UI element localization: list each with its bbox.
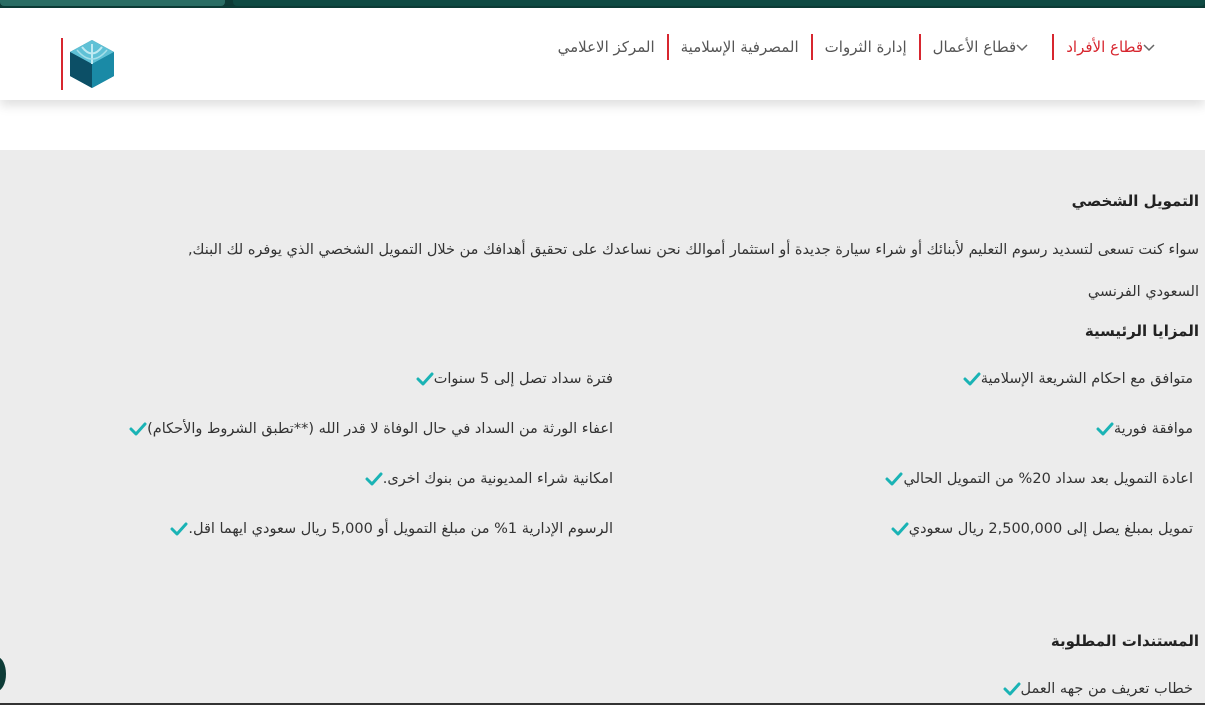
feature-text: تمويل بمبلغ يصل إلى 2,500,000 ريال سعودي (908, 521, 1193, 537)
check-icon (885, 472, 903, 486)
page-title: التمويل الشخصي (1071, 192, 1199, 210)
nav-item-islamic-banking[interactable]: المصرفية الإسلامية (669, 38, 811, 56)
chevron-down-icon (1143, 38, 1155, 56)
nav-item-label: إدارة الثروات (824, 38, 907, 56)
feature-text: امكانية شراء المديونية من بنوك اخرى. (382, 471, 613, 487)
check-icon (891, 522, 909, 536)
check-icon (129, 422, 147, 436)
intro-text-line-1: سواء كنت تسعى لتسديد رسوم التعليم لأبنائ… (187, 242, 1199, 258)
top-strip (0, 0, 1205, 8)
feature-item: تمويل بمبلغ يصل إلى 2,500,000 ريال سعودي (881, 521, 1193, 537)
check-icon (1096, 422, 1114, 436)
nav-item-media-center[interactable]: المركز الاعلامي (546, 38, 667, 56)
feature-item: الرسوم الإدارية 1% من مبلغ التمويل أو 5,… (160, 521, 613, 537)
nav-item-individuals[interactable]: قطاع الأفراد (1054, 38, 1179, 56)
check-icon (416, 372, 434, 386)
nav-item-label: المصرفية الإسلامية (680, 38, 799, 56)
feature-item: اعادة التمويل بعد سداد 20% من التمويل ال… (875, 471, 1193, 487)
feature-text: اعادة التمويل بعد سداد 20% من التمويل ال… (903, 471, 1193, 487)
feature-item: متوافق مع احكام الشريعة الإسلامية (953, 371, 1193, 387)
nav-item-wealth[interactable]: إدارة الثروات (813, 38, 919, 56)
check-icon (365, 472, 383, 486)
chevron-down-icon (1016, 38, 1028, 56)
feature-text: موافقة فورية (1113, 421, 1193, 437)
documents-title: المستندات المطلوبة (1050, 632, 1199, 650)
nav-item-label: المركز الاعلامي (557, 38, 655, 56)
feature-item: فترة سداد تصل إلى 5 سنوات (406, 371, 613, 387)
document-text: خطاب تعريف من جهه العمل (1020, 681, 1193, 697)
intro-text-line-2: السعودي الفرنسي (1087, 284, 1199, 300)
feature-text: الرسوم الإدارية 1% من مبلغ التمويل أو 5,… (188, 521, 613, 537)
content-area: التمويل الشخصي سواء كنت تسعى لتسديد رسوم… (0, 150, 1205, 705)
check-icon (963, 372, 981, 386)
feature-text: فترة سداد تصل إلى 5 سنوات (433, 371, 613, 387)
site-header: قطاع الأفراد قطاع الأعمال إدارة الثروات … (0, 8, 1205, 100)
logo-red-bar (61, 38, 63, 90)
nav-item-label: قطاع الأعمال (932, 38, 1017, 56)
nav-item-label: قطاع الأفراد (1066, 38, 1143, 56)
nav-item-business[interactable]: قطاع الأعمال (921, 38, 1053, 56)
check-icon (1003, 682, 1021, 696)
feature-item: اعفاء الورثة من السداد في حال الوفاة لا … (119, 421, 613, 437)
bank-logo-icon (70, 40, 114, 88)
feature-text: اعفاء الورثة من السداد في حال الوفاة لا … (147, 421, 613, 437)
feature-item: امكانية شراء المديونية من بنوك اخرى. (355, 471, 613, 487)
features-title: المزايا الرئيسية (1084, 322, 1199, 340)
document-item: خطاب تعريف من جهه العمل (993, 681, 1193, 697)
feature-text: متوافق مع احكام الشريعة الإسلامية (980, 371, 1193, 387)
bank-logo[interactable] (61, 38, 117, 92)
check-icon (170, 522, 188, 536)
main-nav: قطاع الأفراد قطاع الأعمال إدارة الثروات … (546, 33, 1179, 61)
feature-item: موافقة فورية (1086, 421, 1193, 437)
